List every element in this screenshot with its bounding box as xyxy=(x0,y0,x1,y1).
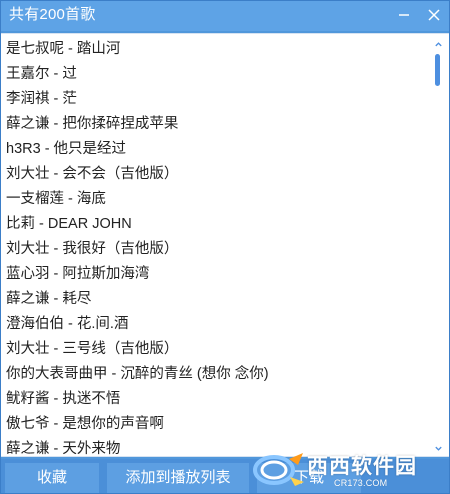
song-list-item[interactable]: 傲七爷 - 是想你的声音啊 xyxy=(1,412,429,437)
window-controls xyxy=(393,4,445,26)
scroll-thumb[interactable] xyxy=(435,54,440,86)
song-list-item[interactable]: 你的大表哥曲甲 - 沉醉的青丝 (想你 念你) xyxy=(1,362,429,387)
song-list-item[interactable]: 蓝心羽 - 阿拉斯加海湾 xyxy=(1,262,429,287)
song-list-item[interactable]: 刘大壮 - 会不会（吉他版） xyxy=(1,162,429,187)
chevron-up-icon xyxy=(434,41,442,46)
window-title: 共有200首歌 xyxy=(9,6,96,23)
song-list-item[interactable]: 刘大壮 - 我很好（吉他版） xyxy=(1,237,429,262)
scroll-down-button[interactable] xyxy=(432,441,444,455)
song-list-item[interactable]: 一支榴莲 - 海底 xyxy=(1,187,429,212)
title-bar: 共有200首歌 xyxy=(1,1,449,31)
collect-button[interactable]: 收藏 xyxy=(5,463,99,493)
chevron-down-icon xyxy=(434,446,442,451)
close-icon xyxy=(428,9,440,21)
song-list-item[interactable]: 薛之谦 - 耗尽 xyxy=(1,287,429,312)
scroll-track[interactable] xyxy=(435,54,440,436)
download-button[interactable]: 下载 xyxy=(257,463,361,493)
song-list-item[interactable]: 刘大壮 - 三号线（吉他版） xyxy=(1,337,429,362)
song-list[interactable]: 是七叔呢 - 踏山河 王嘉尔 - 过李润祺 - 茫薛之谦 - 把你揉碎捏成苹果 h3… xyxy=(1,34,429,456)
song-list-item[interactable]: 澄海伯伯 - 花.间.酒 xyxy=(1,312,429,337)
song-list-item[interactable]: 鱿籽酱 - 执迷不悟 xyxy=(1,387,429,412)
song-list-item[interactable]: 是七叔呢 - 踏山河 xyxy=(1,37,429,62)
song-list-item[interactable]: 王嘉尔 - 过 xyxy=(1,62,429,87)
add-to-playlist-button[interactable]: 添加到播放列表 xyxy=(107,463,249,493)
song-list-window: 共有200首歌 是七叔呢 - 踏山河 王嘉尔 - 过李润祺 - 茫薛之谦 - 把你… xyxy=(0,0,450,494)
song-list-item[interactable]: 比莉 - DEAR JOHN xyxy=(1,212,429,237)
close-button[interactable] xyxy=(423,4,445,26)
vertical-scrollbar[interactable] xyxy=(431,34,445,456)
minimize-button[interactable] xyxy=(393,4,415,26)
minimize-icon xyxy=(399,14,409,16)
song-list-item[interactable]: h3R3 - 他只是经过 xyxy=(1,137,429,162)
song-list-panel: 是七叔呢 - 踏山河 王嘉尔 - 过李润祺 - 茫薛之谦 - 把你揉碎捏成苹果 h3… xyxy=(1,33,449,457)
bottom-toolbar: 收藏 添加到播放列表 下载 xyxy=(1,459,449,493)
song-list-item[interactable]: 薛之谦 - 把你揉碎捏成苹果 xyxy=(1,112,429,137)
song-list-item[interactable]: 李润祺 - 茫 xyxy=(1,87,429,112)
scroll-up-button[interactable] xyxy=(432,37,444,51)
song-list-item[interactable]: 薛之谦 - 天外来物 xyxy=(1,437,429,456)
